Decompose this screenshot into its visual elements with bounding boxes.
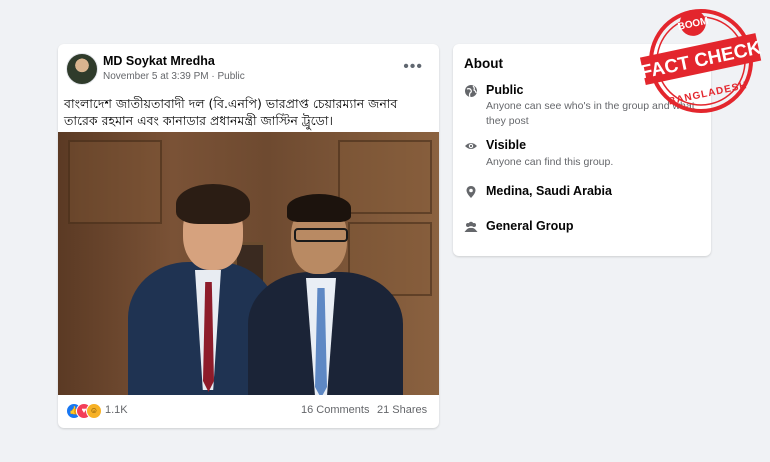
privacy-label: Public	[486, 83, 524, 97]
post-date[interactable]: November 5 at 3:39 PM	[103, 71, 209, 82]
shares-count[interactable]: 21 Shares	[377, 404, 427, 416]
eye-icon	[465, 143, 477, 149]
location-label[interactable]: Medina, Saudi Arabia	[486, 184, 612, 198]
post-photo[interactable]	[58, 132, 439, 395]
author-name[interactable]: MD Soykat Mredha	[103, 54, 215, 68]
wall-panel	[338, 140, 432, 214]
location-pin-icon	[466, 186, 476, 198]
audience-label: Public	[217, 71, 245, 82]
post-meta: November 5 at 3:39 PM · Public	[103, 71, 245, 82]
author-avatar[interactable]	[66, 53, 98, 85]
person-right-hair	[287, 194, 351, 222]
post-header: MD Soykat Mredha November 5 at 3:39 PM ·…	[58, 44, 439, 92]
wall-panel	[68, 140, 162, 224]
reaction-count[interactable]: 1.1K	[105, 404, 128, 416]
post-text: বাংলাদেশ জাতীয়তাবাদী দল (বি.এনপি) ভারপ্…	[64, 96, 398, 128]
comments-count[interactable]: 16 Comments	[301, 404, 369, 416]
person-right-glasses	[294, 228, 348, 242]
group-type-label: General Group	[486, 219, 574, 233]
stamp-middle-text: FACT CHECK	[639, 37, 763, 83]
post-footer: 👍 ♥ ☺ 1.1K 16 Comments 21 Shares	[58, 395, 439, 428]
about-title: About	[464, 56, 503, 71]
visibility-description: Anyone can find this group.	[486, 156, 614, 168]
people-icon	[464, 221, 478, 232]
post-card: MD Soykat Mredha November 5 at 3:39 PM ·…	[58, 44, 439, 428]
fact-check-stamp: BOOM FACT CHECK BANGLADESH	[639, 9, 763, 113]
globe-icon	[465, 85, 477, 98]
haha-reaction-icon: ☺	[86, 403, 102, 419]
more-options-button[interactable]: •••	[403, 58, 423, 76]
visibility-label: Visible	[486, 138, 527, 152]
person-left-hair	[176, 184, 250, 224]
